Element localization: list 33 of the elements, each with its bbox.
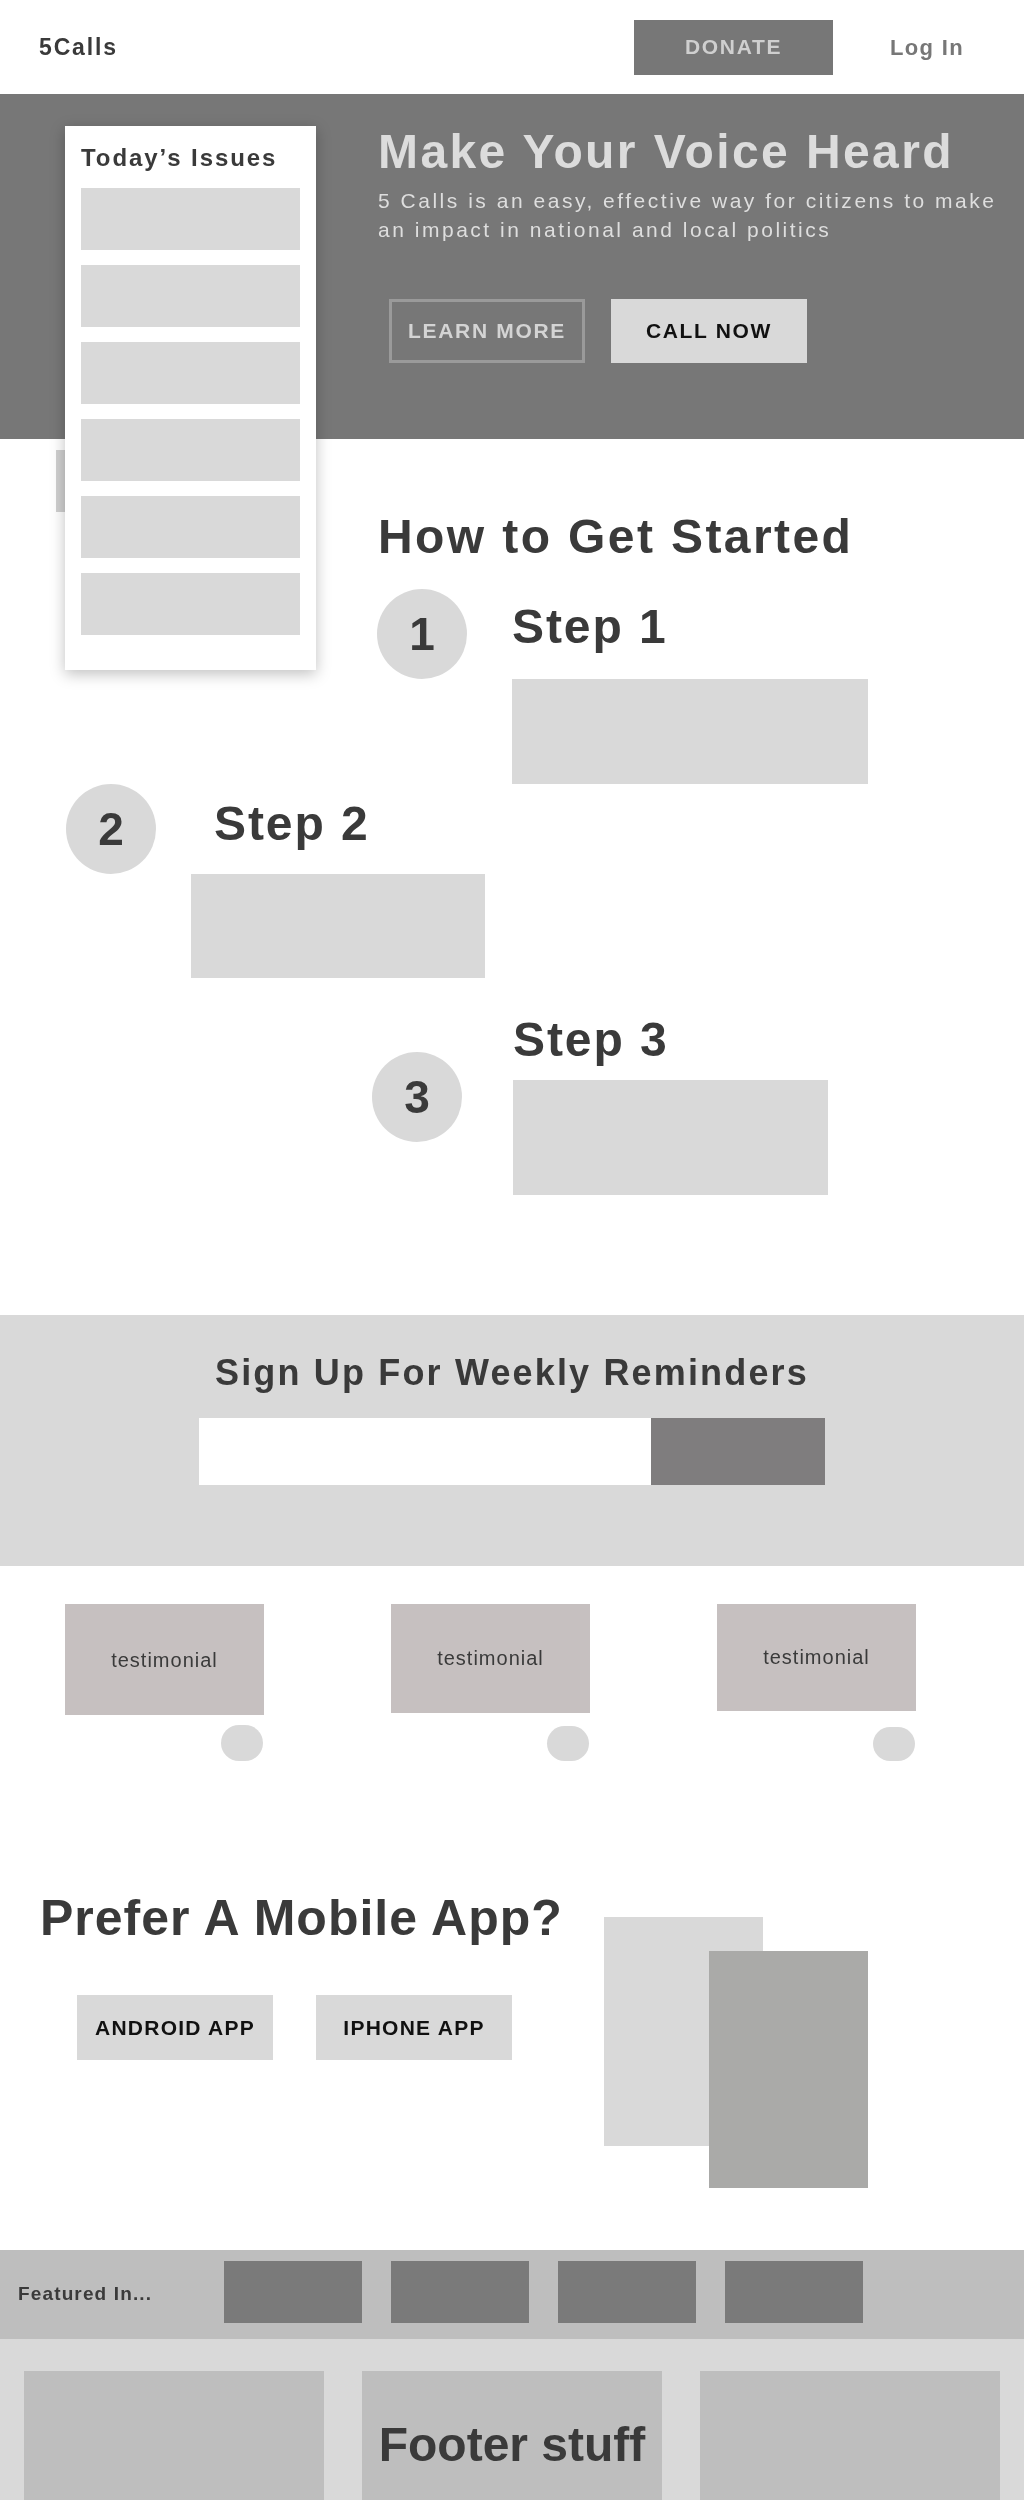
login-link[interactable]: Log In — [890, 30, 964, 64]
hero-subtitle: 5 Calls is an easy, effective way for citizens to make an impact in national and local politics — [378, 188, 998, 243]
signup-title: Sign Up For Weekly Reminders — [215, 1351, 809, 1395]
hero-title: Make Your Voice Heard — [378, 124, 955, 180]
testimonial-card: testimonial — [65, 1604, 264, 1716]
issue-item[interactable] — [81, 496, 300, 558]
issues-title: Today’s Issues — [81, 143, 279, 173]
testimonial-card: testimonial — [717, 1604, 916, 1711]
app-button[interactable]: IPHONE APP — [316, 1995, 512, 2060]
app-button[interactable]: ANDROID APP — [77, 1995, 273, 2060]
avatar — [547, 1725, 589, 1761]
avatar — [221, 1725, 263, 1761]
issue-item[interactable] — [81, 265, 300, 327]
testimonial-card: testimonial — [391, 1604, 590, 1713]
submit-button[interactable] — [651, 1418, 825, 1485]
step-title: Step 3 — [513, 1012, 670, 1068]
logo[interactable]: 5Calls — [39, 29, 118, 65]
step-title: Step 1 — [512, 599, 669, 655]
footer-text: Footer stuff — [378, 2417, 646, 2473]
issue-item[interactable] — [81, 419, 300, 481]
email-field[interactable] — [199, 1418, 651, 1485]
step-number: 1 — [377, 589, 467, 679]
step-number: 2 — [66, 784, 156, 874]
step-number: 3 — [372, 1052, 462, 1142]
call-now-button[interactable]: CALL NOW — [611, 299, 807, 363]
mobile-title: Prefer A Mobile App? — [40, 1889, 564, 1948]
issue-item[interactable] — [81, 342, 300, 404]
avatar — [873, 1726, 915, 1761]
featured-label: Featured In... — [18, 2282, 154, 2307]
issue-item[interactable] — [81, 573, 300, 635]
issue-item[interactable] — [81, 188, 300, 250]
section-title: How to Get Started — [378, 509, 855, 565]
step-title: Step 2 — [214, 796, 371, 852]
